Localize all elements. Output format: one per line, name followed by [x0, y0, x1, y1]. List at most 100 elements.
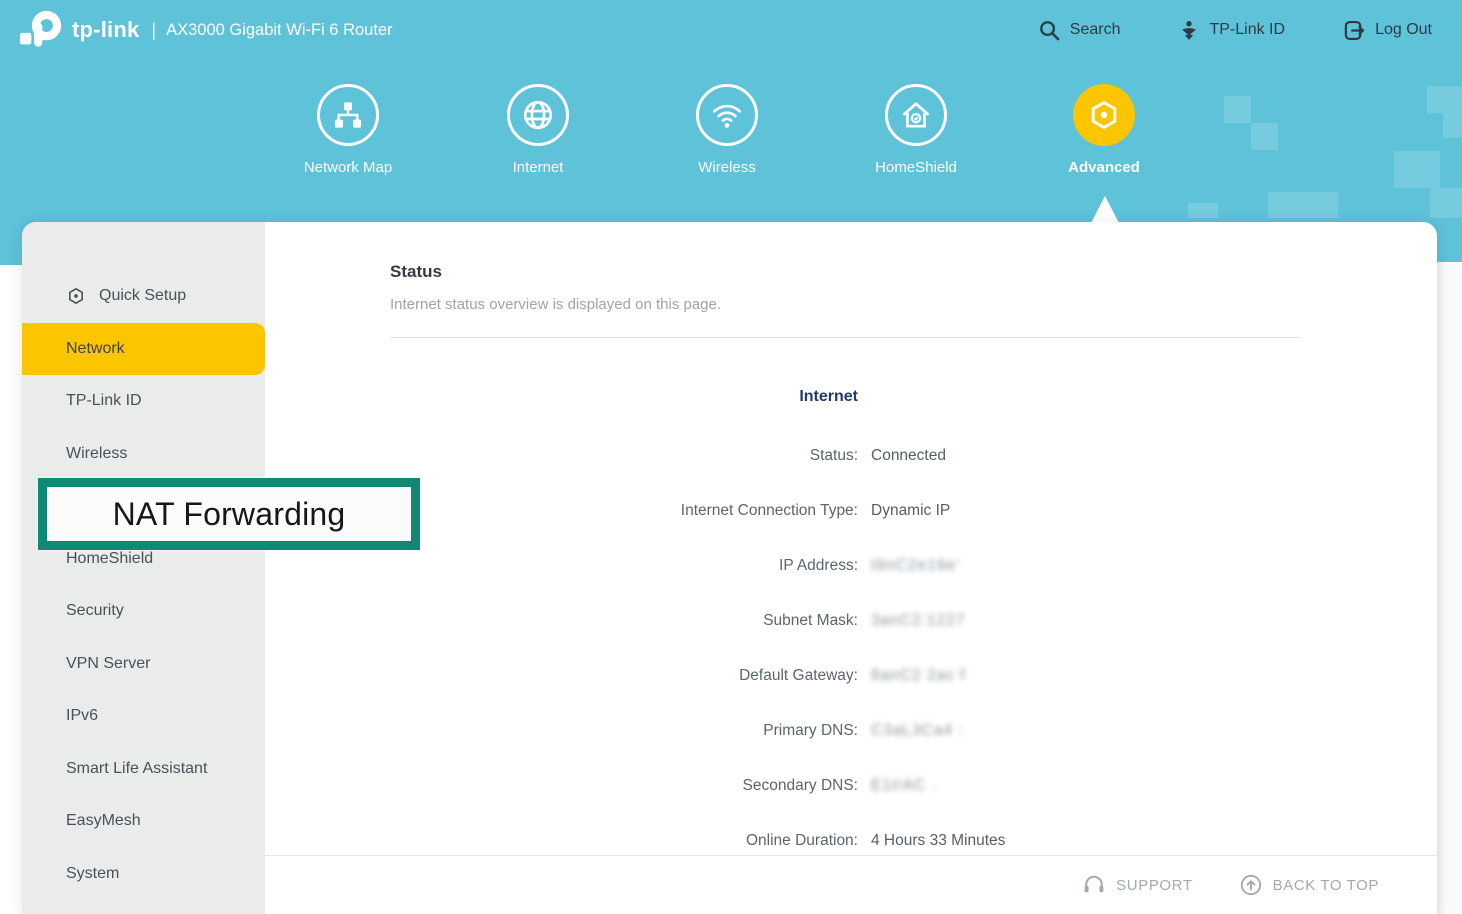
top-bar: tp-link | AX3000 Gigabit Wi-Fi 6 Router …	[0, 0, 1462, 60]
sidebar-item-easymesh[interactable]: EasyMesh	[22, 795, 265, 848]
sidebar-item-label: EasyMesh	[66, 812, 141, 830]
headset-icon	[1082, 873, 1106, 897]
search-button[interactable]: Search	[1038, 19, 1121, 42]
nat-forwarding-annotation[interactable]: NAT Forwarding	[38, 478, 420, 550]
sidebar-item-ipv6[interactable]: IPv6	[22, 690, 265, 743]
deco-block	[1443, 113, 1462, 138]
row-value: Dynamic IP	[871, 502, 950, 520]
nav-label: Network Map	[258, 159, 438, 176]
sidebar-item-label: Security	[66, 602, 124, 620]
sidebar-item-label: Wireless	[66, 445, 127, 463]
gear-icon	[1073, 84, 1135, 146]
row-label: IP Address:	[390, 557, 858, 575]
right-gutter	[1435, 262, 1462, 914]
status-row: Internet Connection Type: Dynamic IP	[390, 483, 1437, 538]
sidebar-item-wireless[interactable]: Wireless	[22, 428, 265, 481]
sidebar-item-label: VPN Server	[66, 655, 150, 673]
back-to-top-label: BACK TO TOP	[1273, 877, 1379, 894]
status-rows: Status: Connected Internet Connection Ty…	[390, 428, 1437, 868]
row-value-redacted: C3aL3Ca4 :	[871, 722, 964, 740]
nav-item-internet[interactable]: Internet	[448, 84, 628, 176]
row-label: Subnet Mask:	[390, 612, 858, 630]
nav-label: Wireless	[637, 159, 817, 176]
nav-item-wireless[interactable]: Wireless	[637, 84, 817, 176]
status-row: IP Address: t9nC2e19e'	[390, 538, 1437, 593]
sidebar-item-vpn-server[interactable]: VPN Server	[22, 638, 265, 691]
status-row: Status: Connected	[390, 428, 1437, 483]
sidebar-item-network[interactable]: Network	[22, 323, 265, 376]
page-subtitle: Internet status overview is displayed on…	[390, 296, 1437, 313]
sidebar-item-system[interactable]: System	[22, 848, 265, 901]
internet-section-title: Internet	[390, 388, 858, 406]
tp-link-logo-icon	[18, 10, 64, 54]
deco-block	[1427, 86, 1462, 113]
row-label: Status:	[390, 447, 858, 465]
tplink-id-label: TP-Link ID	[1209, 21, 1285, 39]
row-value: 4 Hours 33 Minutes	[871, 832, 1005, 850]
search-icon	[1038, 19, 1061, 42]
gear-icon	[66, 286, 86, 306]
sidebar-item-label: Quick Setup	[99, 287, 186, 305]
logout-label: Log Out	[1375, 21, 1432, 39]
sidebar-item-label: Network	[66, 340, 125, 358]
sidebar-item-label: HomeShield	[66, 550, 153, 568]
status-row: Subnet Mask: 3anC2:1227	[390, 593, 1437, 648]
row-label: Internet Connection Type:	[390, 502, 858, 520]
deco-block	[1430, 188, 1462, 218]
row-value-redacted: t9nC2e19e'	[871, 557, 960, 575]
sidebar-item-security[interactable]: Security	[22, 585, 265, 638]
sidebar-item-label: IPv6	[66, 707, 98, 725]
back-to-top-button[interactable]: BACK TO TOP	[1239, 873, 1379, 897]
logout-button[interactable]: Log Out	[1343, 19, 1432, 42]
row-label: Default Gateway:	[390, 667, 858, 685]
wifi-icon	[696, 84, 758, 146]
tplink-id-button[interactable]: TP-Link ID	[1178, 19, 1285, 42]
arrow-up-circle-icon	[1239, 873, 1263, 897]
status-row: Default Gateway: 8anC2 2ac f	[390, 648, 1437, 703]
support-label: SUPPORT	[1116, 877, 1192, 894]
row-value: Connected	[871, 447, 946, 465]
row-label: Secondary DNS:	[390, 777, 858, 795]
brand-name: tp-link	[72, 17, 139, 43]
top-actions: Search TP-Link ID Log Out	[1038, 19, 1432, 42]
nav-label: Advanced	[1014, 159, 1194, 176]
sidebar-item-smart-life-assistant[interactable]: Smart Life Assistant	[22, 743, 265, 796]
active-tab-pointer	[1091, 196, 1119, 223]
main-content: Status Internet status overview is displ…	[265, 222, 1437, 914]
brand: tp-link	[18, 6, 139, 54]
sidebar-item-label: System	[66, 865, 119, 883]
nav-label: HomeShield	[826, 159, 1006, 176]
nav-label: Internet	[448, 159, 628, 176]
row-label: Primary DNS:	[390, 722, 858, 740]
brand-separator: |	[151, 20, 156, 41]
deco-block	[1251, 123, 1278, 150]
nat-forwarding-annotation-label: NAT Forwarding	[113, 496, 346, 533]
sidebar-item-label: TP-Link ID	[66, 392, 142, 410]
title-divider	[390, 337, 1300, 338]
status-row: Secondary DNS: E1t!AC .	[390, 758, 1437, 813]
search-label: Search	[1070, 21, 1121, 39]
nav-item-advanced[interactable]: Advanced	[1014, 84, 1194, 176]
sidebar-item-label: Smart Life Assistant	[66, 760, 207, 778]
row-value-redacted: E1t!AC .	[871, 777, 937, 795]
deco-block	[1224, 96, 1251, 123]
globe-icon	[507, 84, 569, 146]
device-title: AX3000 Gigabit Wi-Fi 6 Router	[166, 21, 393, 40]
deco-block	[1394, 151, 1440, 188]
sidebar-item-quick-setup[interactable]: Quick Setup	[22, 270, 265, 323]
content-panel: Quick Setup Network TP-Link ID Wireless …	[22, 222, 1437, 914]
sidebar-item-tplink-id[interactable]: TP-Link ID	[22, 375, 265, 428]
user-icon	[1178, 19, 1200, 42]
status-row: Primary DNS: C3aL3Ca4 :	[390, 703, 1437, 758]
nav-item-homeshield[interactable]: HomeShield	[826, 84, 1006, 176]
support-button[interactable]: SUPPORT	[1082, 873, 1192, 897]
row-value-redacted: 8anC2 2ac f	[871, 667, 966, 685]
nav-item-network-map[interactable]: Network Map	[258, 84, 438, 176]
deco-block	[1188, 203, 1218, 218]
home-shield-icon	[885, 84, 947, 146]
network-map-icon	[317, 84, 379, 146]
logout-icon	[1343, 19, 1366, 42]
row-label: Online Duration:	[390, 832, 858, 850]
deco-block	[1268, 192, 1338, 218]
sidebar: Quick Setup Network TP-Link ID Wireless …	[22, 222, 265, 914]
